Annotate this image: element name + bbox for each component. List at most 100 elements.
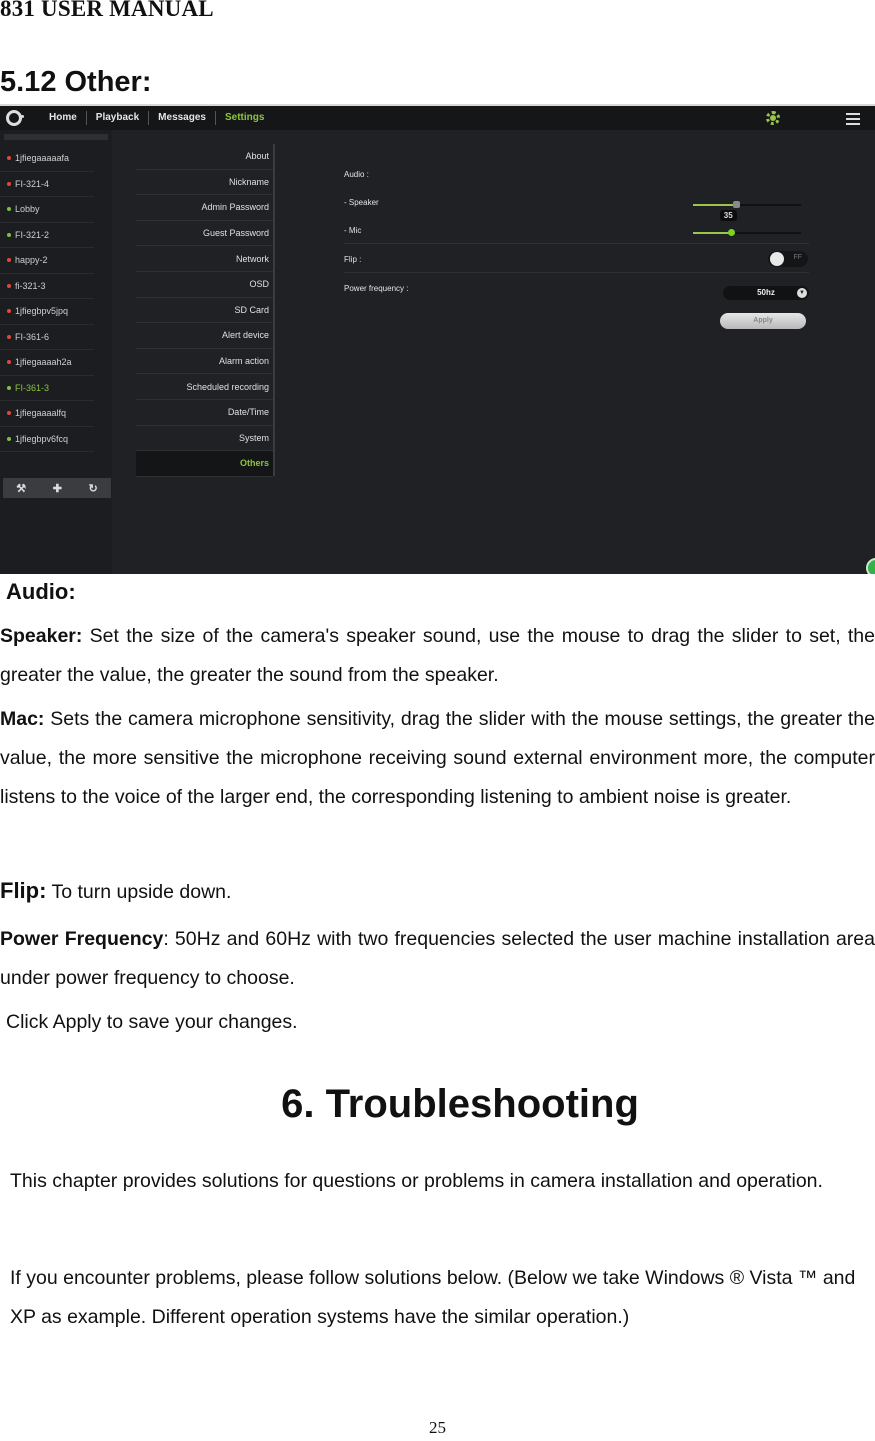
settings-menu-item[interactable]: Network [136, 246, 273, 272]
tab-playback[interactable]: Playback [87, 111, 150, 125]
device-name: 1jfiegbpv5jpq [15, 306, 69, 317]
device-name: 1jfiegaaaaafa [15, 153, 70, 164]
speaker-slider-fill [693, 204, 737, 206]
settings-menu-divider [273, 144, 275, 476]
flip-paragraph: Flip: To turn upside down. [0, 871, 875, 912]
status-dot-icon [7, 385, 11, 390]
power-frequency-term: Power Frequency [0, 928, 164, 950]
speaker-paragraph: Speaker: Set the size of the camera's sp… [0, 617, 875, 695]
settings-menu-item[interactable]: SD Card [136, 298, 273, 324]
tab-home[interactable]: Home [40, 111, 87, 125]
plus-icon[interactable]: ✚ [53, 482, 62, 495]
manual-header: 831 USER MANUAL [0, 0, 214, 21]
mic-slider[interactable] [693, 229, 801, 236]
settings-menu-item[interactable]: Others [136, 451, 273, 477]
status-dot-icon [7, 334, 11, 339]
device-toolbar: ⚒ ✚ ↻ [3, 478, 111, 498]
device-list-item[interactable]: FI-361-3 [0, 376, 94, 401]
apply-button[interactable]: Apply [720, 313, 806, 329]
wrench-icon[interactable]: ⚒ [16, 482, 26, 495]
flip-term: Flip: [0, 878, 47, 903]
status-dot-icon [7, 436, 11, 441]
refresh-icon[interactable]: ↻ [89, 482, 98, 495]
speaker-label: - Speaker [344, 198, 379, 207]
device-name: FI-361-6 [15, 331, 50, 342]
app-logo-icon [6, 110, 24, 126]
speaker-slider[interactable] [693, 201, 801, 208]
flip-description: To turn upside down. [46, 881, 232, 903]
device-name: FI-321-4 [15, 178, 50, 189]
device-list-item[interactable]: FI-321-2 [0, 223, 94, 248]
device-list-item[interactable]: 1jfiegbpv6fcq [0, 427, 94, 452]
chapter-intro: This chapter provides solutions for ques… [10, 1170, 823, 1192]
status-dot-icon [7, 283, 11, 288]
power-frequency-select[interactable]: 50hz ▼ [723, 286, 809, 300]
device-name: FI-361-3 [15, 382, 50, 393]
tab-messages[interactable]: Messages [149, 111, 216, 125]
tab-settings[interactable]: Settings [216, 111, 273, 125]
status-dot-icon [7, 411, 11, 416]
settings-menu-item[interactable]: Alarm action [136, 349, 273, 375]
power-frequency-label: Power frequency : [344, 284, 409, 293]
divider [344, 272, 809, 273]
settings-menu-item[interactable]: Admin Password [136, 195, 273, 221]
chevron-down-icon[interactable]: ▼ [797, 288, 807, 298]
settings-menu: About Nickname Admin Password Guest Passwor… [136, 144, 273, 477]
settings-gear-icon[interactable] [766, 111, 780, 125]
status-dot-icon [7, 156, 11, 161]
settings-menu-item[interactable]: System [136, 426, 273, 452]
divider [344, 243, 809, 244]
settings-menu-item[interactable]: Nickname [136, 170, 273, 196]
device-list-item[interactable]: FI-321-4 [0, 172, 94, 197]
settings-menu-item[interactable]: OSD [136, 272, 273, 298]
device-list: 1jfiegaaaaafa FI-321-4 Lobby FI-321-2 happy-… [0, 130, 112, 574]
chapter-note: If you encounter problems, please follow… [10, 1267, 856, 1328]
app-top-bar: Home Playback Messages Settings [0, 106, 875, 130]
flip-toggle-knob[interactable] [770, 252, 784, 266]
mic-slider-fill [693, 232, 731, 234]
mic-label: - Mic [344, 226, 362, 235]
speaker-description: Set the size of the camera's speaker sou… [0, 625, 875, 686]
settings-menu-item[interactable]: About [136, 144, 273, 170]
mic-slider-handle[interactable] [727, 229, 735, 236]
page-number: 25 [429, 1418, 446, 1437]
chapter-title: 6. Troubleshooting [281, 1082, 639, 1126]
mic-description: Sets the camera microphone sensitivity, … [0, 708, 875, 808]
device-list-item[interactable]: 1jfiegbpv5jpq [0, 299, 94, 325]
device-name: FI-321-2 [15, 229, 50, 240]
device-list-item[interactable]: 1jfiegaaaalfq [0, 401, 94, 427]
settings-menu-item[interactable]: Date/Time [136, 400, 273, 426]
device-list-header [4, 134, 108, 140]
flip-toggle[interactable]: FF [768, 251, 808, 267]
apply-note: Click Apply to save your changes. [6, 1011, 298, 1033]
device-name: Lobby [15, 204, 40, 215]
device-name: 1jfiegaaaah2a [15, 357, 72, 368]
device-list-item[interactable]: 1jfiegaaaaafa [0, 146, 94, 172]
device-name: 1jfiegaaaalfq [15, 408, 67, 419]
speaker-slider-handle[interactable] [733, 201, 741, 208]
status-dot-icon [7, 207, 11, 212]
flip-label: Flip : [344, 255, 362, 264]
device-list-item[interactable]: Lobby [0, 197, 94, 223]
settings-menu-item[interactable]: Scheduled recording [136, 374, 273, 400]
device-name: fi-321-3 [15, 280, 46, 291]
device-list-item[interactable]: FI-361-6 [0, 325, 94, 350]
audio-label: Audio : [344, 170, 369, 179]
mic-paragraph: Mac: Sets the camera microphone sensitiv… [0, 700, 875, 817]
device-list-item[interactable]: fi-321-3 [0, 274, 94, 299]
device-list-item[interactable]: 1jfiegaaaah2a [0, 350, 94, 376]
power-frequency-paragraph: Power Frequency: 50Hz and 60Hz with two … [0, 920, 875, 998]
settings-menu-item[interactable]: Alert device [136, 323, 273, 349]
status-dot-icon [7, 181, 11, 186]
device-name: 1jfiegbpv6fcq [15, 433, 69, 444]
hamburger-menu-icon[interactable] [846, 113, 860, 128]
mic-value-tooltip: 35 [719, 210, 737, 221]
device-name: happy-2 [15, 255, 48, 266]
settings-menu-item[interactable]: Guest Password [136, 221, 273, 247]
speaker-term: Speaker: [0, 625, 83, 647]
section-title: 5.12 Other: [0, 66, 152, 98]
flip-toggle-state: FF [793, 254, 802, 261]
status-dot-icon [7, 360, 11, 365]
app-screenshot: Home Playback Messages Settings 1jfiegaa… [0, 104, 875, 574]
device-list-item[interactable]: happy-2 [0, 248, 94, 274]
